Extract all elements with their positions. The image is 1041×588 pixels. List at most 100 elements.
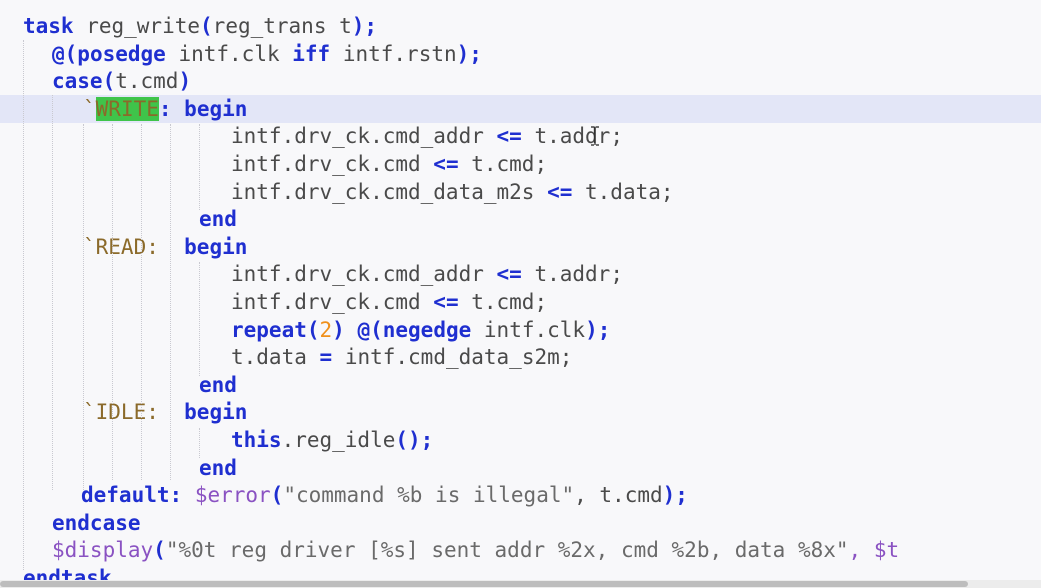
indent-guide xyxy=(83,124,84,490)
code-text: intf.drv_ck.cmd_addr <= t.addr; xyxy=(231,260,623,288)
code-token: ); xyxy=(351,14,378,38)
code-line[interactable]: intf.drv_ck.cmd <= t.cmd; xyxy=(0,150,1041,178)
code-token: t.data; xyxy=(572,179,674,204)
code-token: begin xyxy=(184,234,248,259)
code-text: endtask xyxy=(23,564,112,580)
code-text: `WRITE: begin xyxy=(83,95,247,123)
code-line[interactable]: t.data = intf.cmd_data_s2m; xyxy=(0,343,1041,371)
code-text: t.data = intf.cmd_data_s2m; xyxy=(231,343,572,371)
code-line[interactable]: endtask xyxy=(0,564,1041,580)
code-token: t.addr; xyxy=(521,262,623,287)
scrollbar-thumb[interactable] xyxy=(0,581,968,587)
code-text: task reg_write(reg_trans t); xyxy=(23,12,377,40)
code-text: end xyxy=(199,454,237,482)
code-token: this xyxy=(231,428,282,452)
code-token: "%0t reg driver [%s] sent addr %2x, cmd … xyxy=(165,538,849,563)
code-line[interactable]: this.reg_idle(); xyxy=(0,426,1041,454)
code-token: iff xyxy=(292,41,331,66)
code-token: default xyxy=(81,483,170,508)
code-token: <= xyxy=(496,262,522,287)
code-token: ( xyxy=(270,483,284,508)
indent-guide xyxy=(199,262,200,376)
code-token: "command %b is illegal" xyxy=(283,483,575,508)
code-token: 2 xyxy=(319,317,333,342)
code-token: t.addr; xyxy=(521,124,623,149)
code-token: posedge xyxy=(77,41,166,66)
code-token: intf.clk xyxy=(165,41,293,66)
code-token: begin xyxy=(184,96,248,121)
code-token: intf.clk xyxy=(471,317,586,342)
code-token: begin xyxy=(184,400,248,425)
code-token: end xyxy=(199,207,237,232)
code-editor[interactable]: task reg_write(reg_trans t); @(posedge in… xyxy=(0,0,1041,580)
code-line[interactable]: intf.drv_ck.cmd_addr <= t.addr; xyxy=(0,260,1041,288)
code-token: intf.drv_ck.cmd_addr xyxy=(231,124,497,149)
code-line[interactable]: $display("%0t reg driver [%s] sent addr … xyxy=(0,536,1041,564)
code-text: @(posedge intf.clk iff intf.rstn); xyxy=(52,40,482,68)
indent-guide xyxy=(141,124,142,480)
code-token: <= xyxy=(496,124,522,149)
code-token: repeat xyxy=(231,317,307,342)
code-line[interactable]: `IDLE: begin xyxy=(0,398,1041,426)
code-token: <= xyxy=(547,179,573,204)
code-text: this.reg_idle(); xyxy=(231,426,433,454)
code-token: endtask xyxy=(23,566,112,580)
indent-guide xyxy=(170,124,171,480)
code-line[interactable]: end xyxy=(0,454,1041,482)
code-token: = xyxy=(319,345,333,370)
code-line[interactable]: end xyxy=(0,205,1041,233)
code-text: end xyxy=(199,205,237,233)
code-token: WRITE xyxy=(95,96,159,121)
code-token: t.cmd; xyxy=(458,152,548,176)
code-token: negedge xyxy=(382,317,472,342)
code-line[interactable]: `READ: begin xyxy=(0,233,1041,261)
code-line[interactable]: task reg_write(reg_trans t); xyxy=(0,12,1041,40)
code-token: `READ: xyxy=(83,234,185,259)
code-text: intf.drv_ck.cmd_data_m2s <= t.data; xyxy=(231,178,674,206)
code-token: intf.drv_ck.cmd xyxy=(231,290,434,314)
code-line[interactable]: intf.drv_ck.cmd <= t.cmd; xyxy=(0,288,1041,316)
code-line[interactable]: case(t.cmd) xyxy=(0,67,1041,95)
code-line[interactable]: repeat(2) @(negedge intf.clk); xyxy=(0,316,1041,344)
i-beam-cursor-icon xyxy=(590,126,600,146)
code-token: reg_write xyxy=(73,14,201,38)
code-token: t.cmd; xyxy=(458,290,548,314)
code-text: endcase xyxy=(52,509,141,537)
code-line[interactable]: endcase xyxy=(0,509,1041,537)
code-token: : xyxy=(169,483,195,508)
code-text: case(t.cmd) xyxy=(52,67,191,95)
code-line[interactable]: `WRITE: begin xyxy=(0,94,1041,123)
indent-guide xyxy=(199,428,200,458)
code-text: `READ: begin xyxy=(83,233,247,261)
indent-guide xyxy=(199,124,200,210)
code-text: `IDLE: begin xyxy=(83,398,247,426)
code-line[interactable]: intf.drv_ck.cmd_data_m2s <= t.data; xyxy=(0,178,1041,206)
code-token: end xyxy=(199,372,237,397)
code-line[interactable]: intf.drv_ck.cmd_addr <= t.addr; xyxy=(0,122,1041,150)
code-line[interactable]: @(posedge intf.clk iff intf.rstn); xyxy=(0,40,1041,68)
code-token: ( xyxy=(200,14,213,38)
code-token: intf.drv_ck.cmd xyxy=(231,152,434,176)
code-token: (); xyxy=(395,428,434,452)
code-text: intf.drv_ck.cmd <= t.cmd; xyxy=(231,288,547,316)
code-line[interactable]: end xyxy=(0,371,1041,399)
code-token: intf.drv_ck.cmd_data_m2s xyxy=(231,179,548,204)
code-token: intf.cmd_data_s2m; xyxy=(332,345,573,370)
code-token: ( xyxy=(306,317,320,342)
horizontal-scrollbar[interactable] xyxy=(0,580,1041,588)
code-token: `IDLE: xyxy=(83,400,185,425)
code-text: repeat(2) @(negedge intf.clk); xyxy=(231,316,610,344)
code-token: t.data xyxy=(231,345,320,370)
code-token: ); xyxy=(585,317,611,342)
code-text: default: $error("command %b is illegal",… xyxy=(81,481,688,509)
code-token: ( xyxy=(153,538,166,563)
code-text: intf.drv_ck.cmd_addr <= t.addr; xyxy=(231,122,623,150)
code-token: <= xyxy=(433,152,459,176)
code-line[interactable]: default: $error("command %b is illegal",… xyxy=(0,481,1041,509)
code-token: @( xyxy=(52,41,78,66)
code-token: ( xyxy=(102,69,116,94)
code-token: ) xyxy=(178,69,192,94)
code-token: , t.cmd xyxy=(574,483,663,508)
code-text: $display("%0t reg driver [%s] sent addr … xyxy=(52,536,899,564)
code-token: endcase xyxy=(52,510,141,535)
